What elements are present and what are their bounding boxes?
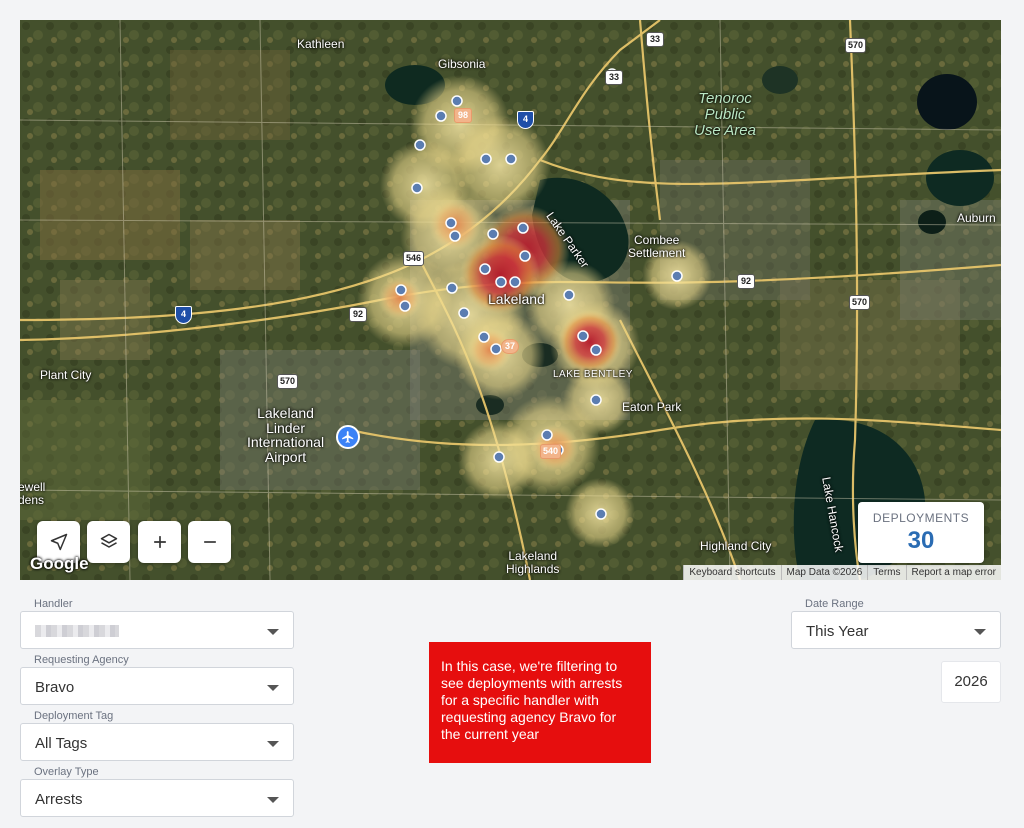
- place-label-combee-settlement: Combee Settlement: [628, 233, 686, 260]
- requesting-agency-select[interactable]: Bravo: [20, 667, 294, 705]
- chevron-down-icon: [267, 629, 279, 635]
- map-attribution: Keyboard shortcuts Map Data ©2026 Terms …: [683, 565, 1001, 580]
- chevron-down-icon: [267, 741, 279, 747]
- layers-icon: [100, 533, 117, 548]
- handler-label: Handler: [34, 598, 73, 610]
- deployments-counter: DEPLOYMENTS 30: [858, 502, 984, 563]
- route-shield-98: 98: [454, 108, 472, 123]
- place-label-tenoroc: Tenoroc Public Use Area: [694, 90, 756, 139]
- requesting-agency-filter[interactable]: Requesting Agency Bravo: [20, 654, 294, 705]
- date-range-select[interactable]: This Year: [791, 611, 1001, 649]
- year-field[interactable]: 2026: [941, 661, 1001, 703]
- airport-icon: [336, 425, 360, 449]
- navigation-arrow-icon: [50, 533, 67, 551]
- route-shield-546: 546: [403, 251, 425, 266]
- route-shield-92: 92: [349, 307, 367, 322]
- zoom-out-button[interactable]: [188, 521, 231, 563]
- route-shield-37: 37: [501, 339, 519, 354]
- requesting-agency-value: Bravo: [35, 679, 75, 696]
- overlay-type-select[interactable]: Arrests: [20, 779, 294, 817]
- google-logo: Google: [30, 554, 89, 573]
- deployments-label: DEPLOYMENTS: [872, 511, 970, 525]
- route-shield-570: 570: [277, 374, 299, 389]
- chevron-down-icon: [267, 797, 279, 803]
- route-shield-570: 570: [845, 38, 867, 53]
- map-view[interactable]: 33 33 570 570 570 546 92 92 98 37 540 4 …: [20, 20, 1001, 580]
- route-shield-570: 570: [849, 295, 871, 310]
- plus-icon: [153, 536, 166, 548]
- place-label-highland-city: Highland City: [700, 539, 772, 553]
- requesting-agency-label: Requesting Agency: [34, 654, 129, 666]
- interstate-shield-4: 4: [175, 306, 192, 324]
- overlay-type-value: Arrests: [35, 791, 83, 808]
- redacted-handler-name: [35, 625, 119, 637]
- place-label-gibsonia: Gibsonia: [438, 57, 486, 71]
- place-label-auburndale: Auburn: [957, 211, 996, 225]
- deployment-tag-label: Deployment Tag: [34, 710, 114, 722]
- deployment-tag-select[interactable]: All Tags: [20, 723, 294, 761]
- place-label-lake-bentley: LAKE BENTLEY: [553, 369, 633, 380]
- report-map-error-link[interactable]: Report a map error: [905, 565, 1001, 580]
- interstate-shield-4: 4: [517, 111, 534, 129]
- keyboard-shortcuts-link[interactable]: Keyboard shortcuts: [683, 565, 781, 580]
- route-shield-33: 33: [646, 32, 664, 47]
- map-data-label: Map Data ©2026: [780, 565, 868, 580]
- place-label-lakeland: Lakeland: [488, 291, 545, 307]
- place-label-airport: Lakeland Linder International Airport: [247, 405, 325, 466]
- handler-select[interactable]: [20, 611, 294, 649]
- place-label-eaton-park: Eaton Park: [622, 400, 682, 414]
- minus-icon: [203, 541, 216, 543]
- deployment-tag-filter[interactable]: Deployment Tag All Tags: [20, 710, 294, 761]
- place-label-kathleen: Kathleen: [297, 37, 345, 51]
- chevron-down-icon: [267, 685, 279, 691]
- overlay-type-label: Overlay Type: [34, 766, 99, 778]
- annotation-note: In this case, we're filtering to see dep…: [429, 642, 651, 763]
- chevron-down-icon: [974, 629, 986, 635]
- place-label-lakeland-highlands: Lakeland Highlands: [506, 549, 560, 576]
- place-label-plant-city: Plant City: [40, 368, 92, 382]
- deployments-count: 30: [907, 527, 935, 554]
- date-range-label: Date Range: [805, 598, 864, 610]
- overlay-type-filter[interactable]: Overlay Type Arrests: [20, 766, 294, 817]
- zoom-in-button[interactable]: [138, 521, 181, 563]
- route-shield-92: 92: [737, 274, 755, 289]
- deployment-tag-value: All Tags: [35, 735, 88, 752]
- route-shield-33: 33: [605, 70, 623, 85]
- date-range-value: This Year: [806, 623, 869, 640]
- handler-filter[interactable]: Handler: [20, 598, 294, 649]
- place-label-edge: ewell dens: [20, 480, 46, 507]
- terms-link[interactable]: Terms: [867, 565, 906, 580]
- layers-button[interactable]: [87, 521, 130, 563]
- date-range-filter[interactable]: Date Range This Year: [791, 598, 1001, 649]
- route-shield-540: 540: [540, 444, 562, 459]
